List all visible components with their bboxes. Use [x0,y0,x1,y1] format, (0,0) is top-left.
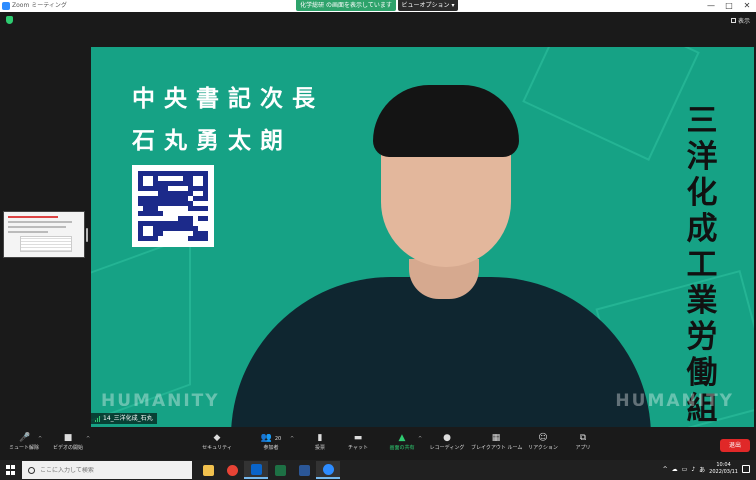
speaker-body [231,277,651,427]
smiley-icon: ☺ [538,433,548,443]
word-icon[interactable] [292,461,316,479]
union-name-vertical: 三洋化成工業労働組合 [686,103,718,427]
thumb-line [8,221,72,223]
file-explorer-icon[interactable] [196,461,220,479]
signal-strength-icon [95,415,100,422]
notification-icon[interactable] [742,465,750,473]
windows-start-icon[interactable] [6,465,16,475]
speaker-title-text: 中央書記次長 [132,86,324,112]
speaker-hair [373,85,519,157]
taskbar-search-input[interactable] [40,466,180,474]
windows-taskbar: ^ ☁ ▭ ♪ あ 10:04 2022/03/11 [0,460,756,480]
video-options-caret[interactable]: ^ [86,436,90,442]
speaker-video: 中央書記次長 石丸勇太朗 三洋化成工業労働組合 HUMANITY HUMANIT… [91,47,754,427]
cloud-icon[interactable]: ☁ [672,466,678,473]
view-toggle-button[interactable]: 表示 [730,16,750,25]
view-options-button[interactable]: ビューオプション ▾ [398,0,458,11]
title-bar: Zoom ミーティング 化学総研 の画面を表示しています ビューオプション ▾ … [0,0,756,12]
thumbnail-resize-handle[interactable] [86,228,88,242]
start-video-button[interactable]: ■ ビデオの開始 [44,432,92,458]
participants-button[interactable]: 👥 20 参加者 [247,432,295,458]
taskbar-apps [196,461,340,479]
thumb-table [20,236,72,252]
maximize-button[interactable]: □ [720,0,738,12]
record-button[interactable]: ● レコーディング [423,432,471,458]
video-camera-icon: ■ [63,433,73,443]
apps-icon: ⧉ [579,433,587,443]
participant-name: 14_三洋化成_石丸 [103,415,153,422]
participants-icon: 👥 20 [260,433,282,443]
excel-icon[interactable] [268,461,292,479]
screen-share-banner: 化学総研 の画面を表示しています [296,0,396,11]
close-button[interactable]: ✕ [738,0,756,12]
meeting-toolbar: 🎤 ミュート解除 ^ ■ ビデオの開始 ^ ◆ セキュリティ 👥 20 参加者 … [0,430,756,460]
security-button[interactable]: ◆ セキュリティ [193,432,241,458]
bar-chart-icon: ▮ [317,433,323,443]
outlook-icon[interactable] [244,461,268,479]
clock-date: 2022/03/11 [709,469,738,475]
system-tray: ^ ☁ ▭ ♪ あ 10:04 2022/03/11 [663,462,750,476]
ime-indicator[interactable]: あ [699,465,705,474]
background-shape [522,47,700,161]
zoom-taskbar-icon[interactable] [316,461,340,479]
participant-name-tag: 14_三洋化成_石丸 [91,413,157,424]
audio-options-caret[interactable]: ^ [38,436,42,442]
microphone-muted-icon: 🎤 [19,433,31,443]
tray-chevron-icon[interactable]: ^ [663,466,668,473]
share-screen-icon: ▲ [398,433,406,443]
zoom-logo-icon [2,2,10,10]
breakout-rooms-button[interactable]: ▦ ブレイクアウト ルーム [471,432,522,458]
chat-bubble-icon: ▬ [353,433,363,443]
encryption-shield-icon[interactable] [6,16,13,24]
apps-button[interactable]: ⧉ アプリ [559,432,607,458]
chat-button[interactable]: ▬ チャット [334,432,382,458]
chrome-icon[interactable] [220,461,244,479]
participants-options-caret[interactable]: ^ [290,436,294,442]
background-watermark-right: HUMANITY [615,391,734,411]
clock[interactable]: 10:04 2022/03/11 [709,462,738,476]
taskbar-search[interactable] [22,461,192,479]
window-controls: — □ ✕ [702,0,756,12]
shared-screen-thumbnail[interactable] [3,211,85,258]
leave-meeting-button[interactable]: 退出 [720,439,750,452]
qr-code [132,165,214,247]
clock-time: 10:04 [716,462,731,468]
share-options-caret[interactable]: ^ [418,436,422,442]
speaker-name-text: 石丸勇太朗 [132,128,292,154]
thumb-line [8,231,48,233]
breakout-grid-icon: ▦ [491,433,501,443]
participants-count: 20 [274,436,282,442]
volume-icon[interactable]: ♪ [691,466,695,473]
background-watermark-left: HUMANITY [101,391,220,411]
shield-icon: ◆ [213,433,221,443]
record-icon: ● [443,433,451,443]
search-icon [28,466,35,474]
window-title: Zoom ミーティング [12,2,67,9]
zoom-window: { "titlebar": { "app_title": "Zoom ミーティン… [0,0,756,480]
network-icon[interactable]: ▭ [682,466,688,473]
grid-view-icon [730,18,736,23]
minimize-button[interactable]: — [702,0,720,12]
thumb-line [8,216,58,218]
view-toggle-label: 表示 [737,18,750,25]
thumb-line [8,226,66,228]
